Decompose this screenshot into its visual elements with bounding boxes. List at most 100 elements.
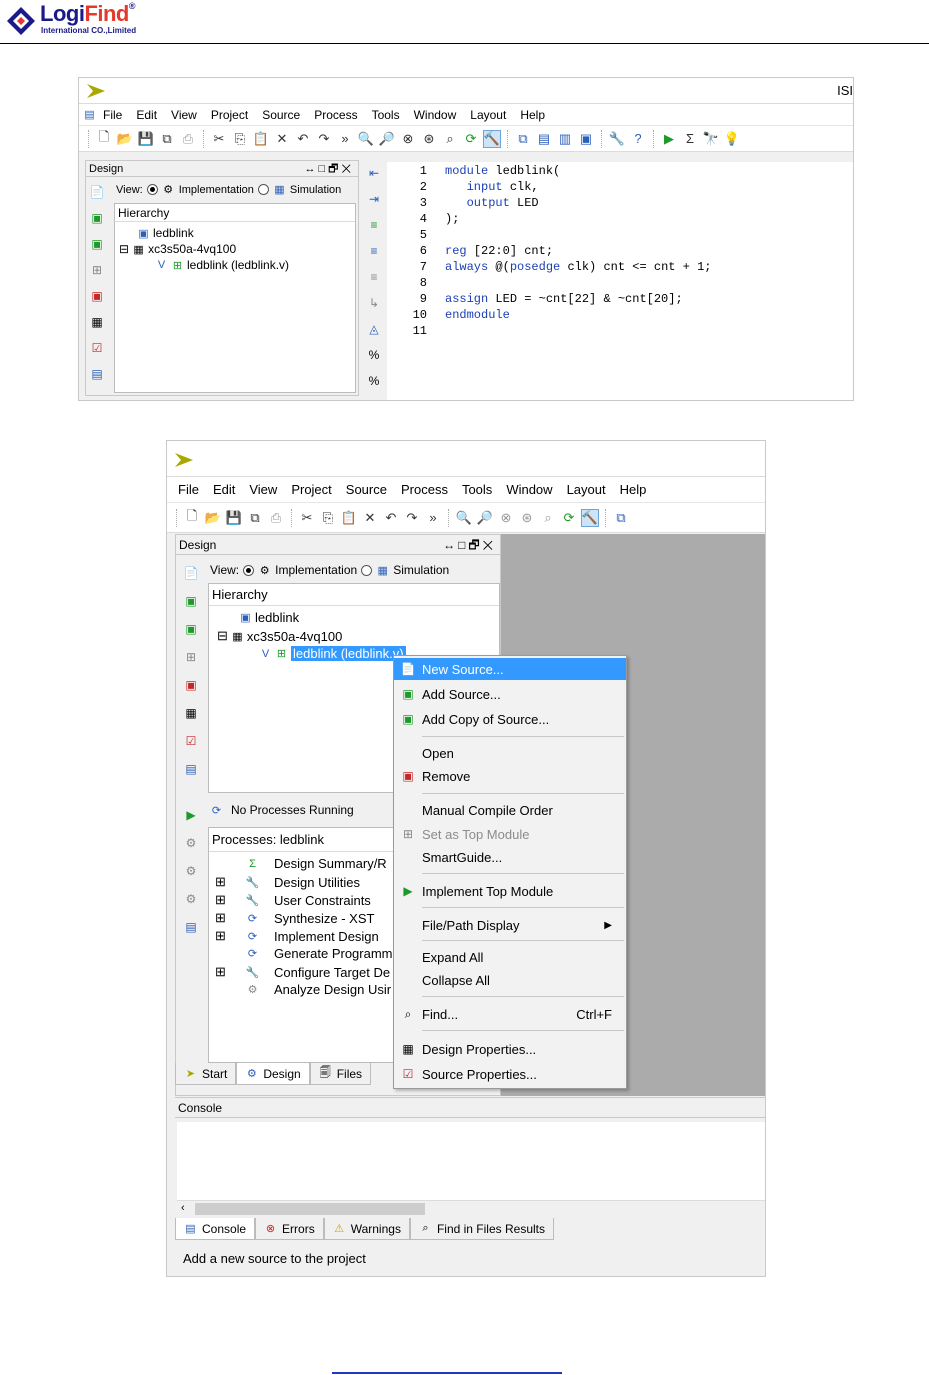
remove-source-icon[interactable]: ▣: [89, 288, 105, 304]
menu-item-add-source[interactable]: ▣ Add Source...: [394, 683, 626, 705]
overflow-icon[interactable]: »: [424, 509, 442, 527]
process-item[interactable]: ⊞ 🔧 Configure Target De: [215, 964, 390, 980]
menu-item-new-source[interactable]: 📄 New Source...: [394, 658, 626, 680]
save-all-icon[interactable]: ⧉: [158, 130, 176, 148]
menu-item-collapse-all[interactable]: Collapse All: [394, 969, 626, 991]
implementation-radio[interactable]: [243, 564, 255, 576]
sigma-icon[interactable]: Σ: [681, 130, 699, 148]
outdent-icon[interactable]: ⇥: [366, 191, 382, 207]
process-table-icon[interactable]: ▤: [183, 919, 199, 935]
bookmark-icon[interactable]: ≡: [366, 269, 382, 285]
tile-horizontal-icon[interactable]: ▤: [535, 130, 553, 148]
zoom-out-icon[interactable]: 🔎: [378, 130, 396, 148]
refresh-icon[interactable]: ⟳: [560, 509, 578, 527]
print-icon[interactable]: ⎙: [179, 130, 197, 148]
zoom-in-icon[interactable]: 🔍: [357, 130, 375, 148]
open-folder-icon[interactable]: 📂: [116, 130, 134, 148]
remove-source-icon[interactable]: ▣: [183, 677, 199, 693]
copy-icon[interactable]: ⎘: [319, 509, 337, 527]
menu-item-remove[interactable]: ▣ Remove: [394, 765, 626, 787]
open-folder-icon[interactable]: 📂: [204, 509, 222, 527]
tab-start[interactable]: ➤ Start: [175, 1063, 237, 1085]
redo-icon[interactable]: ↷: [403, 509, 421, 527]
new-file-icon[interactable]: 🗋: [183, 508, 201, 527]
uncomment-icon[interactable]: ≡: [366, 243, 382, 259]
menu-item-source-properties[interactable]: ☑ Source Properties...: [394, 1063, 626, 1085]
add-source-icon[interactable]: ▣: [89, 210, 105, 226]
new-source-icon[interactable]: 📄: [183, 565, 199, 581]
tree-item-module[interactable]: V ⊞ ledblink (ledblink.v): [155, 258, 289, 272]
simulation-radio[interactable]: [257, 184, 269, 195]
find-clear-icon[interactable]: %: [366, 399, 382, 400]
lightbulb-icon[interactable]: 💡: [723, 130, 741, 148]
hammer-icon[interactable]: 🔨: [483, 129, 501, 148]
marker-icon[interactable]: ◬: [366, 321, 382, 337]
tree-item-device[interactable]: ⊟ ▦ xc3s50a-4vq100: [217, 628, 342, 644]
run-process-icon[interactable]: ▶: [183, 807, 199, 823]
tree-item-module[interactable]: V ⊞ ledblink (ledblink.v): [259, 646, 406, 661]
new-file-icon[interactable]: 🗋: [95, 129, 113, 148]
collapse-icon[interactable]: ⊟: [119, 242, 129, 256]
panel-controls[interactable]: ↔□🗗✕: [443, 535, 496, 555]
process-item[interactable]: ⊞ ⟳ Implement Design: [215, 928, 379, 944]
zoom-full-icon[interactable]: ⊛: [420, 130, 438, 148]
add-source-icon[interactable]: ▣: [183, 593, 199, 609]
menu-help[interactable]: Help: [613, 482, 654, 497]
overflow-icon[interactable]: »: [336, 130, 354, 148]
rerun-icon[interactable]: ⚙: [183, 835, 199, 851]
redo-icon[interactable]: ↷: [315, 130, 333, 148]
copy-icon[interactable]: ⎘: [231, 130, 249, 148]
cut-icon[interactable]: ✂: [298, 509, 316, 527]
scroll-thumb[interactable]: [195, 1203, 425, 1215]
find-next-icon[interactable]: %: [366, 347, 382, 363]
process-item[interactable]: ⚙ Analyze Design Usir: [215, 982, 391, 997]
menu-item-design-properties[interactable]: ▦ Design Properties...: [394, 1038, 626, 1060]
menu-source[interactable]: Source: [339, 482, 394, 497]
menu-item-expand-all[interactable]: Expand All: [394, 946, 626, 968]
code-editor[interactable]: 1 module ledblink(2 input clk, 3 output LE…: [387, 162, 853, 400]
console-hscrollbar[interactable]: ‹: [177, 1200, 765, 1216]
menu-help[interactable]: Help: [513, 108, 552, 122]
tab-design[interactable]: ⚙ Design: [236, 1063, 310, 1085]
save-icon[interactable]: 💾: [225, 509, 243, 527]
print-icon[interactable]: ⎙: [267, 509, 285, 527]
menu-item-find[interactable]: ⌕ Find... Ctrl+F: [394, 1003, 626, 1025]
save-icon[interactable]: 💾: [137, 130, 155, 148]
menu-process[interactable]: Process: [394, 482, 455, 497]
delete-icon[interactable]: ✕: [361, 509, 379, 527]
expand-icon[interactable]: ⊞: [215, 964, 227, 980]
zoom-full-icon[interactable]: ⊛: [518, 509, 536, 527]
save-all-icon[interactable]: ⧉: [246, 509, 264, 527]
zoom-in-icon[interactable]: 🔍: [455, 509, 473, 527]
set-top-icon[interactable]: ⊞: [183, 649, 199, 665]
menu-item-add-copy[interactable]: ▣ Add Copy of Source...: [394, 708, 626, 730]
process-item[interactable]: ⊞ 🔧 Design Utilities: [215, 874, 360, 890]
rerun-all-icon[interactable]: ⚙: [183, 863, 199, 879]
menu-view[interactable]: View: [164, 108, 204, 122]
zoom-select-icon[interactable]: ⌕: [539, 509, 557, 527]
tab-warnings[interactable]: ⚠ Warnings: [323, 1218, 410, 1240]
process-item[interactable]: ⊞ 🔧 User Constraints: [215, 892, 371, 908]
stop-icon[interactable]: ⚙: [183, 891, 199, 907]
menu-item-file-path-display[interactable]: File/Path Display ▶: [394, 914, 626, 936]
paste-icon[interactable]: 📋: [252, 130, 270, 148]
implementation-radio[interactable]: [146, 184, 158, 195]
refresh-icon[interactable]: ⟳: [462, 130, 480, 148]
menu-source[interactable]: Source: [255, 108, 307, 122]
menu-window[interactable]: Window: [407, 108, 464, 122]
tile-vertical-icon[interactable]: ▥: [556, 130, 574, 148]
undo-icon[interactable]: ↶: [294, 130, 312, 148]
tab-errors[interactable]: ⊗ Errors: [255, 1218, 324, 1240]
design-properties-icon[interactable]: ▦: [89, 314, 105, 330]
tree-item-device[interactable]: ⊟ ▦ xc3s50a-4vq100: [119, 242, 236, 256]
expand-icon[interactable]: ⊞: [215, 910, 227, 926]
expand-icon[interactable]: ⊞: [215, 928, 227, 944]
collapse-icon[interactable]: ⊟: [217, 628, 228, 644]
goto-icon[interactable]: ↳: [366, 295, 382, 311]
menu-edit[interactable]: Edit: [129, 108, 164, 122]
menu-window[interactable]: Window: [499, 482, 559, 497]
menu-layout[interactable]: Layout: [560, 482, 613, 497]
find-prev-icon[interactable]: %: [366, 373, 382, 389]
menu-project[interactable]: Project: [284, 482, 338, 497]
new-source-icon[interactable]: 📄: [89, 184, 105, 200]
